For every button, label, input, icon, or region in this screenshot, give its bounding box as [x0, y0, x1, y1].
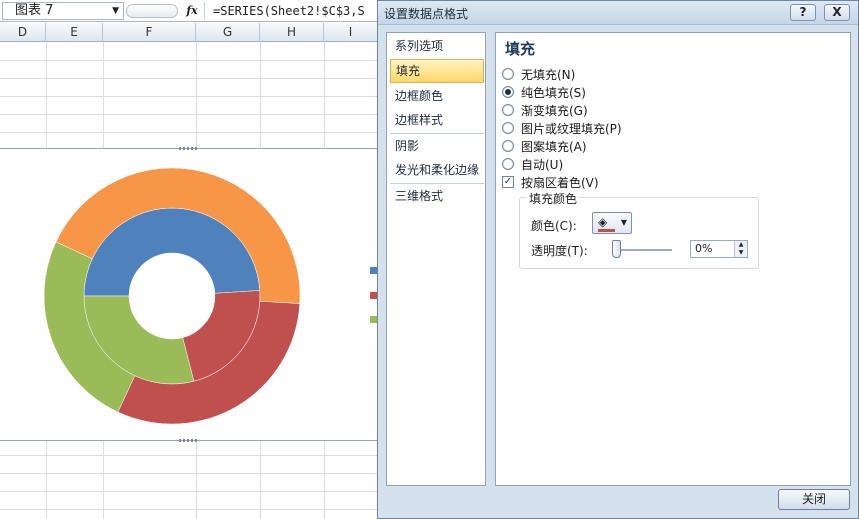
- color-swatch: [598, 229, 615, 232]
- dialog-title: 设置数据点格式: [384, 7, 469, 21]
- option-label: 按扇区着色(V): [521, 175, 599, 190]
- radio-button[interactable]: [502, 104, 514, 116]
- spinner[interactable]: ▲ ▼: [734, 241, 747, 257]
- radio-button[interactable]: [502, 122, 514, 134]
- nav-item-border-style[interactable]: 边框样式: [390, 108, 484, 132]
- transparency-slider-thumb[interactable]: [612, 240, 621, 258]
- column-headers: D E F G H I: [0, 23, 377, 42]
- legend-marker[interactable]: [370, 316, 377, 323]
- fill-color-group: 填充颜色 颜色(C): ◈ ▼ 透明度(T): 0% ▲ ▼: [519, 190, 759, 269]
- spin-down-icon[interactable]: ▼: [735, 249, 747, 257]
- insert-function-icon[interactable]: fx: [182, 2, 202, 20]
- nav-item-glow-soft-edges[interactable]: 发光和柔化边缘: [390, 158, 484, 182]
- transparency-input[interactable]: 0% ▲ ▼: [690, 240, 748, 258]
- column-header-e[interactable]: E: [46, 23, 103, 42]
- radio-button[interactable]: [502, 158, 514, 170]
- transparency-slider-track[interactable]: [612, 249, 672, 251]
- option-label: 图片或纹理填充(P): [521, 121, 622, 136]
- gridline: [0, 509, 377, 510]
- option-picture-texture-fill[interactable]: 图片或纹理填充(P): [502, 120, 622, 136]
- gridline: [0, 96, 377, 97]
- nav-item-fill[interactable]: 填充: [390, 59, 484, 83]
- radio-button[interactable]: [502, 140, 514, 152]
- fill-color-button[interactable]: ◈ ▼: [592, 212, 632, 234]
- option-label: 渐变填充(G): [521, 103, 588, 118]
- gridline: [0, 78, 377, 79]
- option-no-fill[interactable]: 无填充(N): [502, 66, 575, 82]
- doughnut-chart[interactable]: [0, 149, 377, 440]
- column-header-i[interactable]: I: [324, 23, 377, 42]
- pane-title: 填充: [505, 40, 536, 58]
- option-vary-colors-by-slice[interactable]: ✓ 按扇区着色(V): [502, 174, 599, 190]
- option-solid-fill[interactable]: 纯色填充(S): [502, 84, 586, 100]
- radio-button[interactable]: [502, 68, 514, 80]
- category-list: 系列选项 填充 边框颜色 边框样式 阴影 发光和柔化边缘 三维格式: [386, 32, 486, 486]
- option-label: 自动(U): [521, 157, 564, 172]
- formula-bar: 图表 7 ▼ fx =SERIES(Sheet2!$C$3,S: [0, 0, 377, 22]
- gridline: [0, 473, 377, 474]
- chart-area[interactable]: [0, 147, 377, 442]
- help-button[interactable]: ?: [790, 4, 816, 21]
- nav-item-3d-format[interactable]: 三维格式: [390, 184, 484, 208]
- color-label: 颜色(C):: [531, 219, 577, 233]
- chart-resize-handle-bottom[interactable]: [178, 439, 199, 442]
- gridline: [0, 455, 377, 456]
- name-box-value: 图表 7: [15, 3, 54, 18]
- paint-bucket-icon: ◈: [598, 215, 608, 229]
- option-gradient-fill[interactable]: 渐变填充(G): [502, 102, 588, 118]
- gridline: [0, 491, 377, 492]
- legend-marker[interactable]: [370, 267, 377, 274]
- name-box[interactable]: 图表 7 ▼: [2, 2, 124, 20]
- nav-item-series-options[interactable]: 系列选项: [390, 34, 484, 58]
- dialog-titlebar[interactable]: 设置数据点格式 ? X: [378, 1, 858, 25]
- column-header-f[interactable]: F: [103, 23, 196, 42]
- column-header-d[interactable]: D: [0, 23, 46, 42]
- checkmark-icon[interactable]: ✓: [502, 176, 514, 188]
- column-header-h[interactable]: H: [260, 23, 324, 42]
- close-button[interactable]: 关闭: [778, 489, 850, 510]
- format-data-point-dialog: 设置数据点格式 ? X 系列选项 填充 边框颜色 边框样式 阴影 发光和柔化边缘…: [377, 0, 859, 519]
- nav-item-shadow[interactable]: 阴影: [390, 134, 484, 158]
- close-icon[interactable]: X: [824, 4, 850, 21]
- option-label: 无填充(N): [521, 67, 576, 82]
- gridline: [0, 132, 377, 133]
- option-automatic[interactable]: 自动(U): [502, 156, 563, 172]
- option-label: 纯色填充(S): [521, 85, 586, 100]
- transparency-value: 0%: [695, 242, 713, 255]
- nav-item-border-color[interactable]: 边框颜色: [390, 84, 484, 108]
- formula-bar-resize-handle[interactable]: [126, 4, 178, 18]
- spin-up-icon[interactable]: ▲: [735, 241, 747, 249]
- formula-input[interactable]: =SERIES(Sheet2!$C$3,S: [204, 2, 379, 20]
- column-header-g[interactable]: G: [196, 23, 260, 42]
- legend-marker[interactable]: [370, 292, 377, 299]
- transparency-label: 透明度(T):: [531, 244, 588, 258]
- chevron-down-icon[interactable]: ▼: [621, 219, 627, 227]
- radio-button[interactable]: [502, 86, 514, 98]
- option-pattern-fill[interactable]: 图案填充(A): [502, 138, 587, 154]
- chevron-down-icon[interactable]: ▼: [112, 3, 119, 19]
- gridline: [0, 114, 377, 115]
- option-label: 图案填充(A): [521, 139, 587, 154]
- group-legend: 填充颜色: [527, 190, 580, 207]
- gridline: [0, 60, 377, 61]
- fill-pane: 填充 无填充(N) 纯色填充(S) 渐变填充(G) 图片或纹理填充(P) 图案填…: [495, 32, 851, 486]
